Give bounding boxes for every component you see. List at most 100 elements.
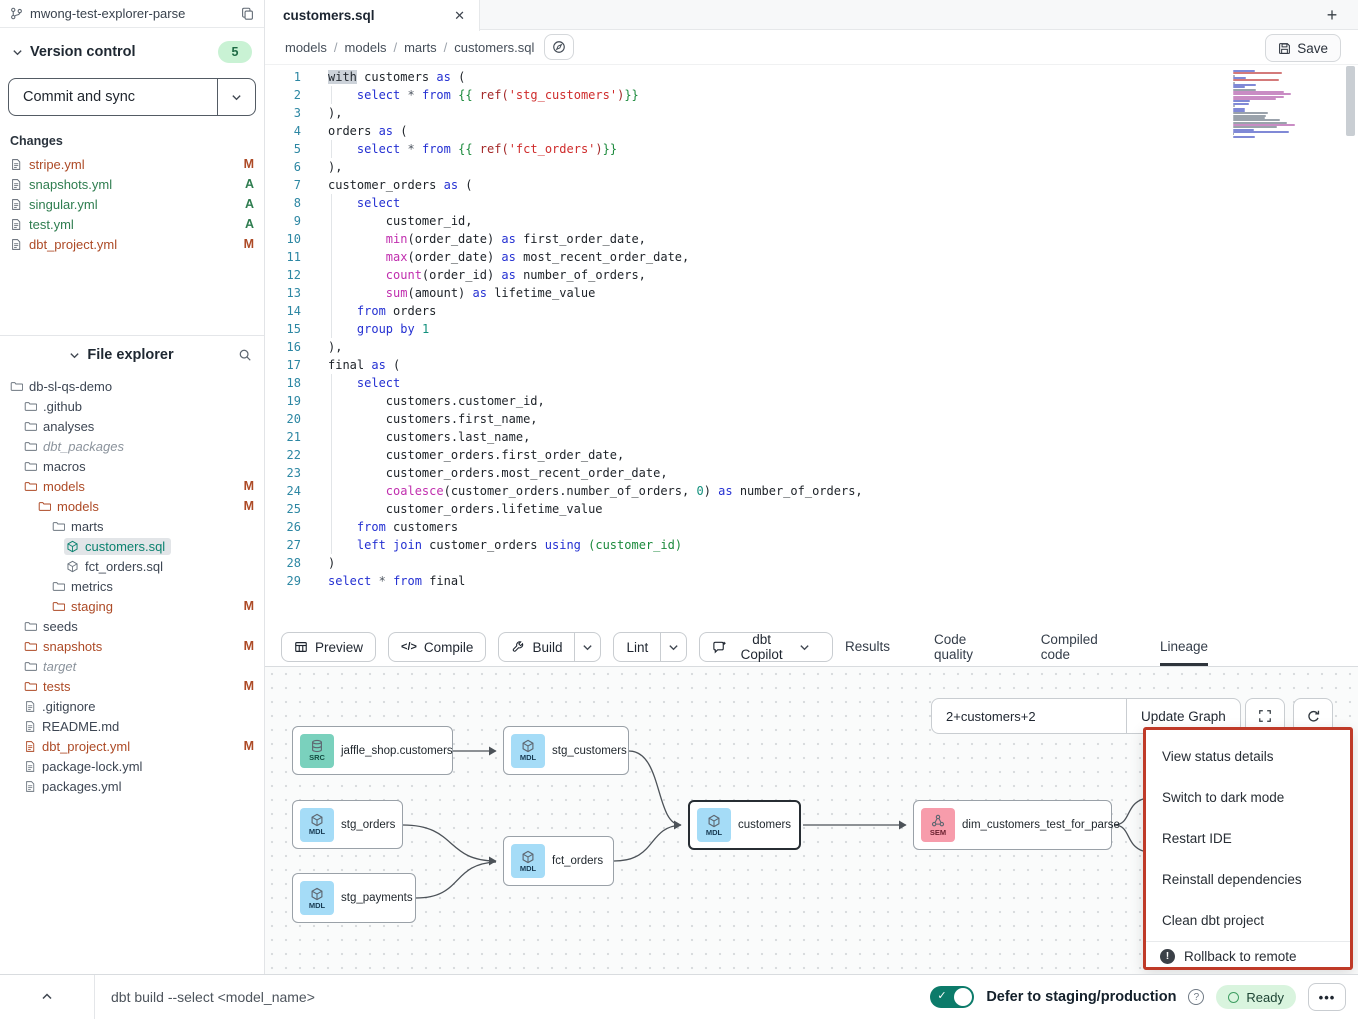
code-line-29[interactable]: select * from final bbox=[328, 572, 863, 590]
tree-item-macros[interactable]: macros bbox=[0, 456, 264, 476]
menu-item-view-status-details[interactable]: View status details bbox=[1146, 736, 1350, 777]
code-line-23[interactable]: customer_orders.most_recent_order_date, bbox=[328, 464, 863, 482]
panel-tab-compiled-code[interactable]: Compiled code bbox=[1041, 628, 1116, 666]
chevron-down-icon[interactable] bbox=[69, 350, 80, 361]
breadcrumb-segment-marts[interactable]: marts bbox=[404, 40, 437, 55]
locate-in-tree-button[interactable] bbox=[544, 34, 574, 60]
code-line-28[interactable]: ) bbox=[328, 554, 863, 572]
tree-item-marts[interactable]: marts bbox=[0, 516, 264, 536]
tree-item-dbt_packages[interactable]: dbt_packages bbox=[0, 436, 264, 456]
tree-item-README.md[interactable]: README.md bbox=[0, 716, 264, 736]
tree-item-analyses[interactable]: analyses bbox=[0, 416, 264, 436]
breadcrumb-segment-customers.sql[interactable]: customers.sql bbox=[454, 40, 534, 55]
code-line-5[interactable]: select * from {{ ref('fct_orders')}} bbox=[328, 140, 863, 158]
lineage-selector-input[interactable]: 2+customers+2 bbox=[932, 699, 1126, 733]
code-line-8[interactable]: select bbox=[328, 194, 863, 212]
lineage-node-stg_customers[interactable]: MDLstg_customers bbox=[503, 726, 629, 775]
tree-item-fct_orders.sql[interactable]: fct_orders.sql bbox=[0, 556, 264, 576]
build-dropdown-button[interactable] bbox=[574, 633, 600, 661]
lineage-node-customers[interactable]: MDLcustomers bbox=[688, 800, 801, 850]
code-line-1[interactable]: with customers as ( bbox=[328, 68, 863, 86]
tree-item-snapshots[interactable]: snapshotsM bbox=[0, 636, 264, 656]
search-icon[interactable] bbox=[238, 348, 252, 362]
code-line-24[interactable]: coalesce(customer_orders.number_of_order… bbox=[328, 482, 863, 500]
tree-item-seeds[interactable]: seeds bbox=[0, 616, 264, 636]
close-tab-icon[interactable]: ✕ bbox=[454, 8, 465, 24]
tree-item-.gitignore[interactable]: .gitignore bbox=[0, 696, 264, 716]
code-editor[interactable]: 1234567891011121314151617181920212223242… bbox=[265, 65, 1358, 628]
code-line-13[interactable]: sum(amount) as lifetime_value bbox=[328, 284, 863, 302]
code-line-20[interactable]: customers.first_name, bbox=[328, 410, 863, 428]
lint-button[interactable]: Lint bbox=[613, 632, 687, 662]
new-tab-button[interactable]: + bbox=[1320, 3, 1344, 27]
code-line-12[interactable]: count(order_id) as number_of_orders, bbox=[328, 266, 863, 284]
code-line-26[interactable]: from customers bbox=[328, 518, 863, 536]
tree-item-models[interactable]: modelsM bbox=[0, 476, 264, 496]
code-line-11[interactable]: max(order_date) as most_recent_order_dat… bbox=[328, 248, 863, 266]
code-line-22[interactable]: customer_orders.first_order_date, bbox=[328, 446, 863, 464]
code-line-7[interactable]: customer_orders as ( bbox=[328, 176, 863, 194]
lineage-panel[interactable]: SRCjaffle_shop.customers MDLstg_customers… bbox=[265, 667, 1358, 974]
code-line-6[interactable]: ), bbox=[328, 158, 863, 176]
tree-item-db-sl-qs-demo[interactable]: db-sl-qs-demo bbox=[0, 376, 264, 396]
tree-item-packages.yml[interactable]: packages.yml bbox=[0, 776, 264, 796]
commit-dropdown-button[interactable] bbox=[217, 79, 255, 115]
preview-button[interactable]: Preview bbox=[281, 632, 376, 662]
commit-and-sync-button[interactable]: Commit and sync bbox=[8, 78, 256, 116]
menu-item-restart-ide[interactable]: Restart IDE bbox=[1146, 818, 1350, 859]
code-line-27[interactable]: left join customer_orders using (custome… bbox=[328, 536, 863, 554]
change-item-snapshots.yml[interactable]: snapshots.ymlA bbox=[0, 174, 264, 194]
change-item-test.yml[interactable]: test.ymlA bbox=[0, 214, 264, 234]
code-line-18[interactable]: select bbox=[328, 374, 863, 392]
code-line-10[interactable]: min(order_date) as first_order_date, bbox=[328, 230, 863, 248]
dbt-copilot-button[interactable]: dbt Copilot bbox=[699, 632, 833, 662]
lineage-node-stg_orders[interactable]: MDLstg_orders bbox=[292, 800, 403, 849]
chevron-down-icon[interactable] bbox=[12, 47, 23, 58]
change-item-dbt_project.yml[interactable]: dbt_project.ymlM bbox=[0, 234, 264, 254]
code-line-14[interactable]: from orders bbox=[328, 302, 863, 320]
lineage-node-dim_customers_test_for_parse[interactable]: SEMdim_customers_test_for_parse bbox=[913, 800, 1112, 850]
change-item-stripe.yml[interactable]: stripe.ymlM bbox=[0, 154, 264, 174]
tree-item-metrics[interactable]: metrics bbox=[0, 576, 264, 596]
code-line-9[interactable]: customer_id, bbox=[328, 212, 863, 230]
build-button[interactable]: Build bbox=[498, 632, 601, 662]
tree-item-package-lock.yml[interactable]: package-lock.yml bbox=[0, 756, 264, 776]
tree-item-target[interactable]: target bbox=[0, 656, 264, 676]
lineage-node-jaffle_shop.customers[interactable]: SRCjaffle_shop.customers bbox=[292, 726, 453, 775]
command-input[interactable]: dbt build --select <model_name> bbox=[111, 989, 315, 1005]
code-line-17[interactable]: final as ( bbox=[328, 356, 863, 374]
panel-tab-code-quality[interactable]: Code quality bbox=[934, 628, 997, 666]
lineage-node-fct_orders[interactable]: MDLfct_orders bbox=[503, 836, 614, 886]
code-line-2[interactable]: select * from {{ ref('stg_customers')}} bbox=[328, 86, 863, 104]
code-line-25[interactable]: customer_orders.lifetime_value bbox=[328, 500, 863, 518]
tree-item-tests[interactable]: testsM bbox=[0, 676, 264, 696]
panel-tab-results[interactable]: Results bbox=[845, 628, 890, 666]
lint-dropdown-button[interactable] bbox=[660, 633, 686, 661]
more-options-button[interactable]: ••• bbox=[1308, 983, 1346, 1011]
save-button[interactable]: Save bbox=[1265, 34, 1341, 62]
tab-customers-sql[interactable]: customers.sql ✕ bbox=[265, 0, 480, 31]
tree-item-.github[interactable]: .github bbox=[0, 396, 264, 416]
tree-item-staging[interactable]: stagingM bbox=[0, 596, 264, 616]
code-line-4[interactable]: orders as ( bbox=[328, 122, 863, 140]
code-line-21[interactable]: customers.last_name, bbox=[328, 428, 863, 446]
panel-tab-lineage[interactable]: Lineage bbox=[1160, 628, 1208, 666]
menu-item-switch-to-dark-mode[interactable]: Switch to dark mode bbox=[1146, 777, 1350, 818]
menu-item-clean-dbt-project[interactable]: Clean dbt project bbox=[1146, 900, 1350, 941]
code-line-19[interactable]: customers.customer_id, bbox=[328, 392, 863, 410]
compile-button[interactable]: </> Compile bbox=[388, 632, 486, 662]
expand-command-panel-button[interactable] bbox=[0, 975, 95, 1019]
tree-item-models[interactable]: modelsM bbox=[0, 496, 264, 516]
menu-item-rollback-to-remote[interactable]: ! Rollback to remote bbox=[1146, 942, 1350, 970]
breadcrumb-segment-models[interactable]: models bbox=[285, 40, 327, 55]
editor-scrollbar[interactable] bbox=[1346, 66, 1355, 136]
tree-item-customers.sql[interactable]: customers.sql bbox=[0, 536, 264, 556]
defer-toggle[interactable]: ✓ bbox=[930, 986, 974, 1008]
copy-icon[interactable] bbox=[241, 7, 254, 20]
breadcrumb-segment-models[interactable]: models bbox=[345, 40, 387, 55]
menu-item-reinstall-dependencies[interactable]: Reinstall dependencies bbox=[1146, 859, 1350, 900]
minimap[interactable] bbox=[1233, 70, 1296, 138]
tree-item-dbt_project.yml[interactable]: dbt_project.ymlM bbox=[0, 736, 264, 756]
code-content[interactable]: with customers as ( select * from {{ ref… bbox=[328, 68, 863, 590]
lineage-node-stg_payments[interactable]: MDLstg_payments bbox=[292, 873, 416, 923]
